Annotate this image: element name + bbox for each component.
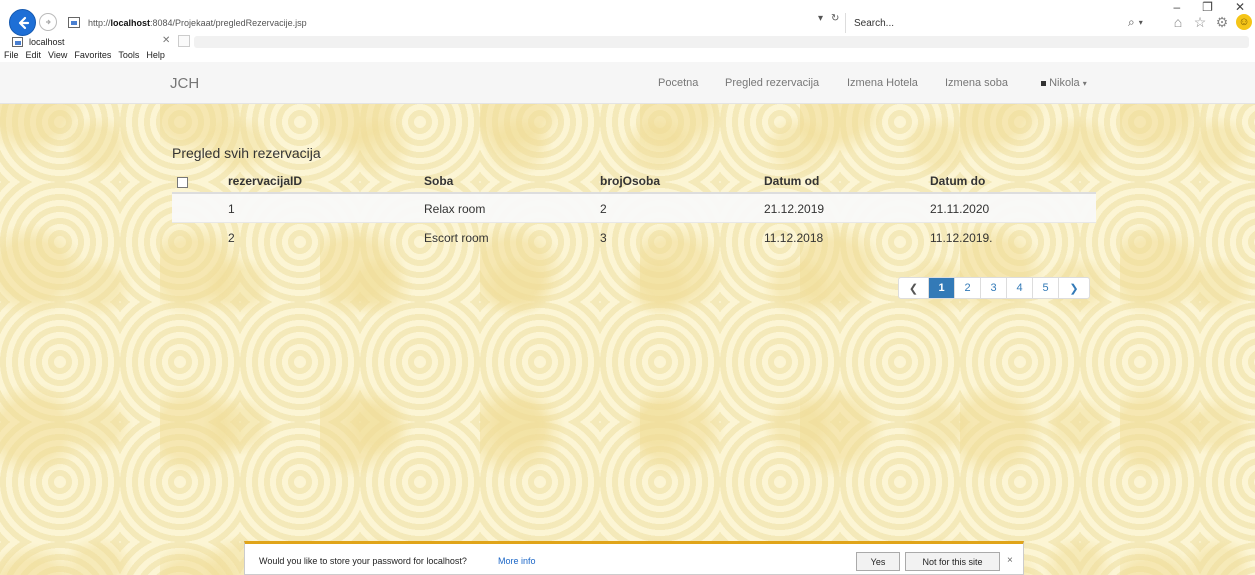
menu-bar: File Edit View Favorites Tools Help [0,50,165,62]
nav-link-izmena-soba[interactable]: Izmena soba [945,77,1041,89]
star-icon[interactable]: ☆ [1192,14,1208,30]
home-icon[interactable]: ⌂ [1170,14,1186,30]
search-icon[interactable]: ⌕ [1128,15,1135,30]
column-header: brojOsoba [600,174,661,188]
table-cell: Escort room [424,231,489,245]
column-header: rezervacijaID [228,174,303,188]
table-cell: 21.12.2019 [764,202,825,216]
site-navbar: JCH Pocetna Pregled rezervacija Izmena H… [0,62,1255,104]
tab-close-icon[interactable]: ✕ [162,35,170,46]
menu-view[interactable]: View [48,50,67,62]
arrow-right-icon [46,19,51,25]
pagination-page[interactable]: 2 [955,278,981,298]
search-controls: ⌕ ▾ [1128,15,1143,30]
gear-icon[interactable]: ⚙ [1214,14,1230,30]
password-notification-bar: Would you like to store your password fo… [244,541,1024,575]
forward-button[interactable] [39,13,57,31]
pagination: ❮ 1 2 3 4 5 ❯ [898,277,1090,299]
table-cell: 21.11.2020 [930,202,990,216]
refresh-icon[interactable]: ↻ [831,13,839,24]
tab-page-icon [12,37,23,47]
search-dropdown-icon[interactable]: ▾ [1139,18,1143,27]
back-button[interactable] [9,9,36,36]
nav-links: Pocetna Pregled rezervacija Izmena Hotel… [658,77,1087,89]
user-icon [1041,81,1046,86]
not-for-this-site-button[interactable]: Not for this site [905,552,1000,571]
pagination-next-icon[interactable]: ❯ [1059,278,1089,298]
toolbar-icons: ⌂ ☆ ⚙ ☺ [1170,14,1252,30]
arrow-left-icon [18,16,29,29]
close-icon[interactable]: × [1007,555,1013,566]
restore-icon[interactable]: ❐ [1202,0,1213,14]
new-tab-button[interactable] [178,35,190,47]
more-info-link[interactable]: More info [498,556,536,566]
menu-edit[interactable]: Edit [26,50,42,62]
menu-file[interactable]: File [4,50,19,62]
notification-message: Would you like to store your password fo… [259,556,467,566]
reservations-table: rezervacijaID Soba brojOsoba Datum od Da… [172,168,1096,252]
table-cell: 11.12.2019. [930,231,993,245]
select-all-checkbox[interactable] [177,174,188,191]
close-icon[interactable]: ✕ [1235,0,1245,14]
minimize-icon[interactable]: – [1173,0,1180,14]
window-controls: – ❐ ✕ [1173,0,1245,14]
pagination-page[interactable]: 3 [981,278,1007,298]
caret-down-icon: ▾ [1082,79,1087,88]
checkbox-icon [177,177,188,188]
table-row[interactable]: 1 Relax room 2 21.12.2019 21.11.2020 [172,194,1096,223]
page-body: JCH Pocetna Pregled rezervacija Izmena H… [0,62,1255,575]
table-row[interactable]: 2 Escort room 3 11.12.2018 11.12.2019. [172,223,1096,252]
table-cell: 1 [228,202,235,216]
smiley-icon[interactable]: ☺ [1236,14,1252,30]
menu-favorites[interactable]: Favorites [74,50,111,62]
table-header: rezervacijaID Soba brojOsoba Datum od Da… [172,168,1096,194]
menu-help[interactable]: Help [146,50,165,62]
table-cell: Relax room [424,202,486,216]
address-url: http://localhost:8084/Projekaat/pregledR… [88,17,307,28]
column-header: Soba [424,174,454,188]
pagination-page[interactable]: 5 [1033,278,1059,298]
user-name: Nikola [1049,77,1080,89]
pagination-page[interactable]: 4 [1007,278,1033,298]
yes-button[interactable]: Yes [856,552,900,571]
page-icon [68,17,80,28]
pagination-prev-icon[interactable]: ❮ [899,278,929,298]
dropdown-icon[interactable]: ▾ [818,13,823,24]
nav-link-pregled-rezervacija[interactable]: Pregled rezervacija [725,77,847,89]
brand-logo[interactable]: JCH [170,75,199,92]
table-cell: 11.12.2018 [764,231,824,245]
column-header: Datum do [930,174,986,188]
nav-link-pocetna[interactable]: Pocetna [658,77,725,89]
browser-chrome: http://localhost:8084/Projekaat/pregledR… [0,0,1255,62]
page-title: Pregled svih rezervacija [172,145,321,161]
address-actions: ▾ ↻ [818,13,839,24]
column-header: Datum od [764,174,820,188]
search-input[interactable]: Search... [845,13,1135,33]
address-bar[interactable]: http://localhost:8084/Projekaat/pregledR… [62,12,842,33]
user-menu[interactable]: Nikola ▾ [1041,77,1087,89]
pagination-page[interactable]: 1 [929,278,955,298]
nav-link-izmena-hotela[interactable]: Izmena Hotela [847,77,945,89]
table-cell: 3 [600,231,607,245]
tab-strip [194,36,1249,48]
table-cell: 2 [600,202,607,216]
menu-tools[interactable]: Tools [118,50,139,62]
table-cell: 2 [228,231,235,245]
